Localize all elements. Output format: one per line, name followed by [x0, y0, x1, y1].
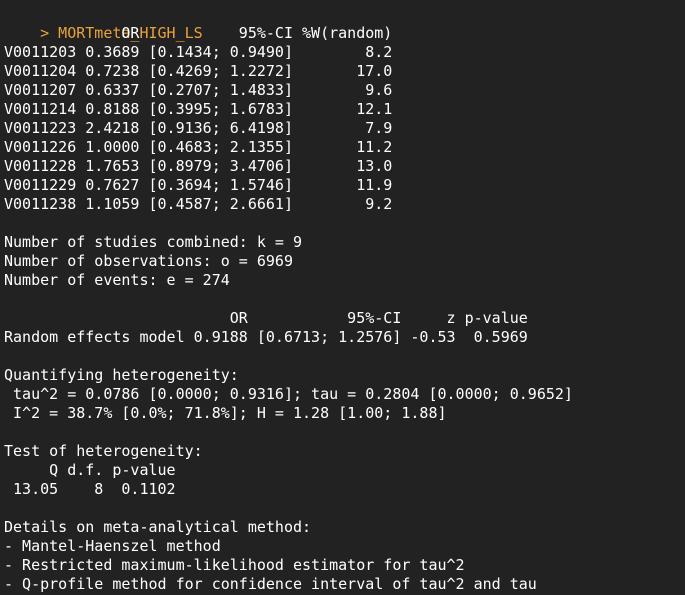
console-output-line: OR 95%-CI z p-value [4, 309, 528, 327]
console-output-line: V0011228 1.7653 [0.8979; 3.4706] 13.0 [4, 157, 393, 175]
console-output-line: tau^2 = 0.0786 [0.0000; 0.9316]; tau = 0… [4, 385, 573, 403]
console-output-line: OR 95%-CI %W(random) [4, 24, 393, 42]
console-output-line: Test of heterogeneity: [4, 442, 203, 460]
console-output-line: - Mantel-Haenszel method [4, 537, 221, 555]
console-output-line: V0011204 0.7238 [0.4269; 1.2272] 17.0 [4, 62, 393, 80]
console-output-line: V0011229 0.7627 [0.3694; 1.5746] 11.9 [4, 176, 393, 194]
console-output-line: V0011238 1.1059 [0.4587; 2.6661] 9.2 [4, 195, 393, 213]
console-output-line: Number of observations: o = 6969 [4, 252, 293, 270]
console-output-line: - Q-profile method for confidence interv… [4, 575, 537, 593]
console-output-line: Quantifying heterogeneity: [4, 366, 239, 384]
console-output-line: V0011214 0.8188 [0.3995; 1.6783] 12.1 [4, 100, 393, 118]
prompt-line: > MORTmeta_HIGH_LS [4, 5, 203, 42]
r-console-output[interactable]: > MORTmeta_HIGH_LS OR 95%-CI %W(random) V… [0, 0, 685, 595]
console-output-line: V0011207 0.6337 [0.2707; 1.4833] 9.6 [4, 81, 393, 99]
console-output-line: V0011203 0.3689 [0.1434; 0.9490] 8.2 [4, 43, 393, 61]
console-output-line: - Restricted maximum-likelihood estimato… [4, 556, 465, 574]
console-output-line: Random effects model 0.9188 [0.6713; 1.2… [4, 328, 528, 346]
console-output-line: 13.05 8 0.1102 [4, 480, 176, 498]
console-output-line: V0011226 1.0000 [0.4683; 2.1355] 11.2 [4, 138, 393, 156]
console-output-line: V0011223 2.4218 [0.9136; 6.4198] 7.9 [4, 119, 393, 137]
console-output-line: Q d.f. p-value [4, 461, 176, 479]
console-output-line: Details on meta-analytical method: [4, 518, 312, 536]
console-output-line: Number of studies combined: k = 9 [4, 233, 303, 251]
console-output-line: Number of events: e = 274 [4, 271, 230, 289]
console-output-line: I^2 = 38.7% [0.0%; 71.8%]; H = 1.28 [1.0… [4, 404, 447, 422]
